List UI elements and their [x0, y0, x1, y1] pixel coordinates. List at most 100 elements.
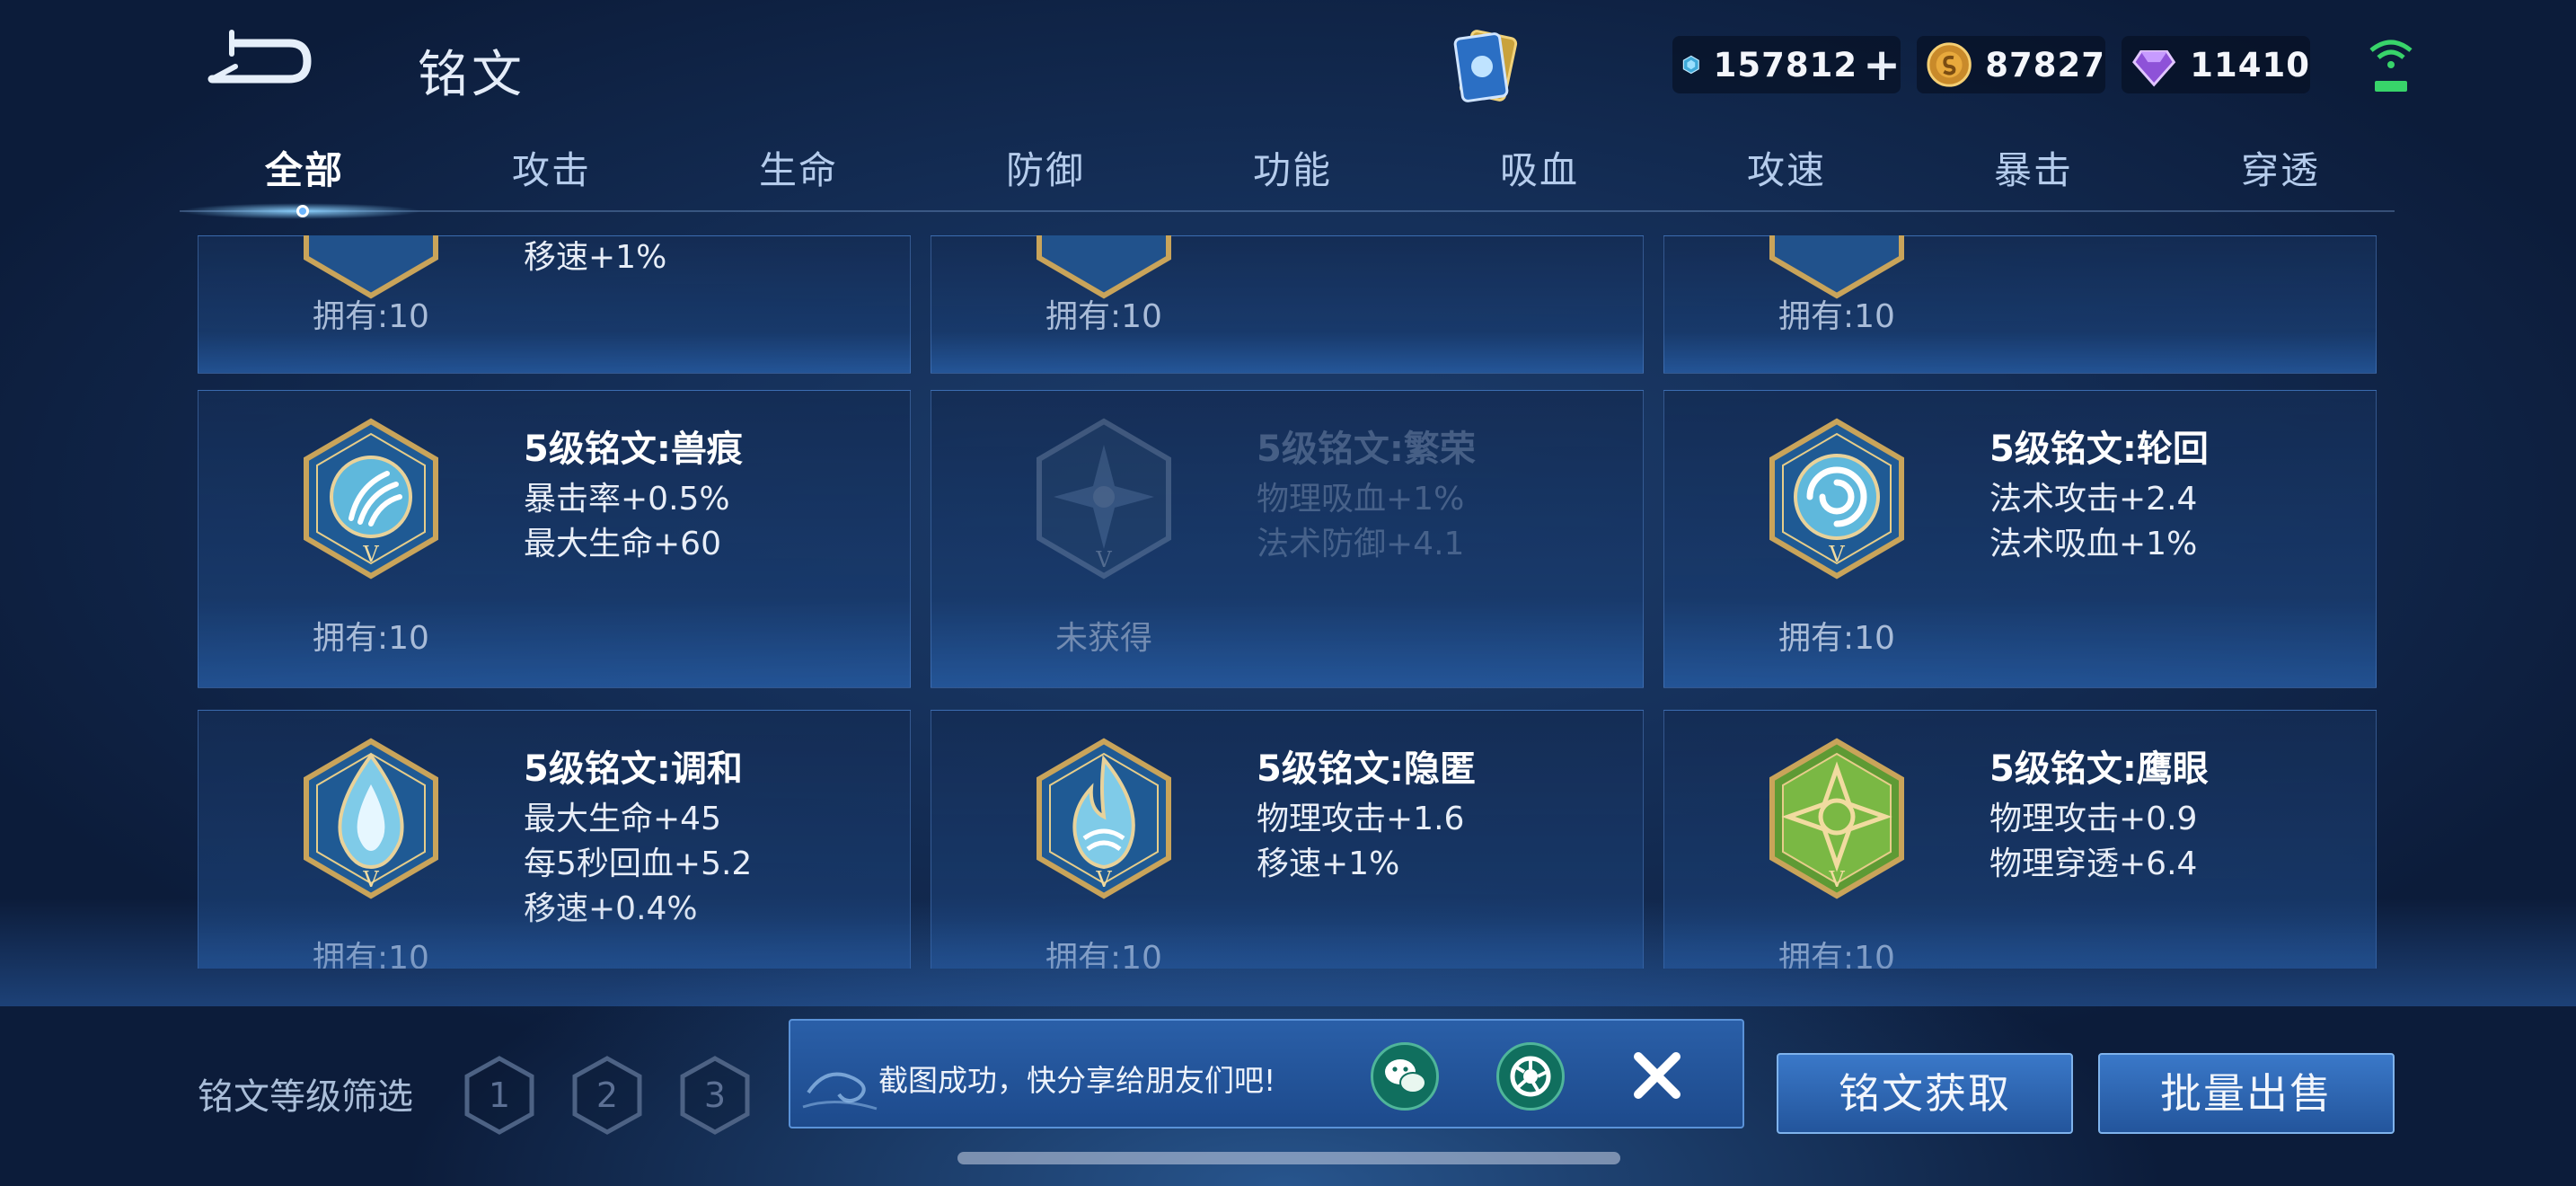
emblem-level: V: [1095, 547, 1112, 572]
level-filter-label-3: 3: [704, 1075, 726, 1115]
inscription-stat: 法术攻击+2.4: [1989, 481, 2198, 518]
inscription-card-partial[interactable]: 移速+1% 拥有:10: [198, 235, 911, 374]
tab-lifesteal[interactable]: 吸血: [1427, 135, 1652, 207]
emblem-level: V: [362, 867, 379, 892]
inscription-name: 5级铭文:鹰眼: [1989, 748, 2209, 790]
gold-value: 87827: [1985, 45, 2105, 84]
inscription-stat: 最大生命+45: [524, 801, 721, 837]
toast-message: 截图成功，快分享给朋友们吧!: [878, 1063, 1276, 1098]
inscription-card-partial[interactable]: 拥有:10: [1663, 235, 2377, 374]
inscription-stat: 物理穿透+6.4: [1989, 845, 2198, 882]
inscription-stat: 物理攻击+1.6: [1257, 801, 1465, 837]
inscription-stats: 物理吸血+1% 法术防御+4.1: [1257, 477, 1464, 567]
wifi-signal-icon: [2369, 40, 2413, 92]
inscription-card-tiaohe[interactable]: V 5级铭文:调和 最大生命+45 每5秒回血+5.2 移速+0.4% 拥有:1…: [198, 710, 911, 969]
inscription-stats: 物理攻击+1.6 移速+1%: [1257, 797, 1464, 887]
owned-count: 拥有:10: [313, 298, 429, 335]
tab-critical[interactable]: 暴击: [1921, 135, 2146, 207]
inscription-stat: 法术吸血+1%: [1989, 526, 2198, 562]
owned-count: 拥有:10: [313, 620, 429, 657]
emblem-level: V: [1828, 542, 1845, 567]
inscription-name: 5级铭文:兽痕: [524, 429, 743, 470]
category-tabs: 全部 攻击 生命 防御 功能 吸血 攻速 暴击 穿透: [180, 135, 2395, 216]
claw-mark-icon: V: [304, 418, 438, 580]
inscription-name: 5级铭文:繁荣: [1257, 429, 1476, 470]
inscription-stat: 法术防御+4.1: [1257, 526, 1465, 562]
level-filter-label-1: 1: [489, 1075, 510, 1115]
inscription-name: 5级铭文:隐匿: [1257, 748, 1476, 790]
inscription-stat: 移速+0.4%: [524, 890, 698, 927]
inscription-card-yinni[interactable]: V 5级铭文:隐匿 物理攻击+1.6 移速+1% 拥有:10: [931, 710, 1644, 969]
tab-defense[interactable]: 防御: [933, 135, 1158, 207]
level-filter-3[interactable]: 3: [679, 1055, 751, 1136]
level-filter-2[interactable]: 2: [571, 1055, 643, 1136]
tab-underline: [180, 210, 2395, 212]
gold-coin-icon: [1927, 42, 1972, 87]
emblem-level: V: [362, 542, 379, 567]
moments-icon: [1510, 1056, 1551, 1097]
home-indicator[interactable]: [957, 1152, 1620, 1164]
gold-balance: 87827: [1917, 36, 2105, 93]
inscription-card-yingyan[interactable]: V 5级铭文:鹰眼 物理攻击+0.9 物理穿透+6.4 拥有:10: [1663, 710, 2377, 969]
inscription-stats: 物理攻击+0.9 物理穿透+6.4: [1989, 797, 2197, 887]
not-obtained-label: 未获得: [1054, 620, 1152, 657]
tab-all[interactable]: 全部: [192, 135, 417, 207]
inscription-stats: 法术攻击+2.4 法术吸血+1%: [1989, 477, 2197, 567]
card-deck-icon[interactable]: [1446, 25, 1527, 111]
inscription-stat: 最大生命+60: [524, 526, 721, 562]
inscription-grid: 移速+1% 拥有:10 拥有:10 拥有:10 V 5级铭文:兽痕 暴击率+0.…: [0, 235, 2576, 969]
owned-count: 拥有:10: [313, 940, 429, 969]
add-diamond-button[interactable]: +: [1863, 42, 1901, 87]
page-title: 铭文: [418, 46, 525, 104]
drop-icon: V: [304, 738, 438, 899]
gem-balance: 11410: [2122, 36, 2310, 93]
purple-gem-icon: [2132, 50, 2176, 87]
obtain-inscription-button[interactable]: 铭文获取: [1777, 1053, 2073, 1134]
hawk-eye-icon: V: [1769, 738, 1904, 899]
inscription-name: 5级铭文:轮回: [1989, 429, 2209, 470]
inscription-card-partial[interactable]: 拥有:10: [931, 235, 1644, 374]
tab-utility[interactable]: 功能: [1180, 135, 1405, 207]
owned-count: 拥有:10: [1045, 940, 1162, 969]
level-filter-1[interactable]: 1: [463, 1055, 535, 1136]
active-tab-indicator: [296, 205, 309, 217]
inscription-stats: 暴击率+0.5% 最大生命+60: [524, 477, 730, 567]
swirl-icon: V: [1769, 418, 1904, 580]
wechat-icon: [1385, 1059, 1426, 1093]
inscription-stats: 最大生命+45 每5秒回血+5.2 移速+0.4%: [524, 797, 752, 932]
owned-count: 拥有:10: [1778, 620, 1895, 657]
inscription-stat: 物理吸血+1%: [1257, 481, 1465, 518]
batch-sell-button[interactable]: 批量出售: [2098, 1053, 2395, 1134]
gem-value: 11410: [2190, 45, 2310, 84]
screenshot-share-toast: 截图成功，快分享给朋友们吧!: [789, 1019, 1744, 1128]
moments-share-button[interactable]: [1496, 1042, 1565, 1111]
inscription-stat: 移速+1%: [1257, 845, 1400, 882]
owned-count: 拥有:10: [1778, 298, 1895, 335]
inscription-card-fanrong[interactable]: V 5级铭文:繁荣 物理吸血+1% 法术防御+4.1 未获得: [931, 390, 1644, 688]
inscription-card-shouhen[interactable]: V 5级铭文:兽痕 暴击率+0.5% 最大生命+60 拥有:10: [198, 390, 911, 688]
owned-count: 拥有:10: [1045, 298, 1162, 335]
wechat-share-button[interactable]: [1371, 1042, 1439, 1111]
inscription-stat: 每5秒回血+5.2: [524, 845, 753, 882]
emblem-level: V: [1095, 867, 1112, 892]
flame-icon: V: [1037, 738, 1171, 899]
inscription-stat: 暴击率+0.5%: [524, 481, 730, 518]
level-filter-label: 铭文等级筛选: [198, 1076, 413, 1118]
level-filter-label-2: 2: [596, 1075, 618, 1115]
tab-health[interactable]: 生命: [686, 135, 911, 207]
swirl-decoration-icon: [802, 1072, 878, 1111]
star-flower-icon: V: [1037, 418, 1171, 580]
inscription-stat: 物理攻击+0.9: [1989, 801, 2198, 837]
tab-penetration[interactable]: 穿透: [2168, 135, 2393, 207]
tab-attack[interactable]: 攻击: [439, 135, 664, 207]
diamond-icon: [1682, 55, 1699, 75]
back-arrow-icon[interactable]: [199, 27, 316, 99]
owned-count: 拥有:10: [1778, 940, 1895, 969]
emblem-level: V: [1828, 867, 1845, 892]
inscription-card-lunhui[interactable]: V 5级铭文:轮回 法术攻击+2.4 法术吸血+1% 拥有:10: [1663, 390, 2377, 688]
close-icon[interactable]: [1626, 1044, 1689, 1107]
inscription-stat: 移速+1%: [524, 239, 667, 276]
diamond-balance[interactable]: 157812 +: [1672, 36, 1901, 93]
tab-attack-speed[interactable]: 攻速: [1674, 135, 1899, 207]
diamond-value: 157812: [1713, 45, 1858, 84]
